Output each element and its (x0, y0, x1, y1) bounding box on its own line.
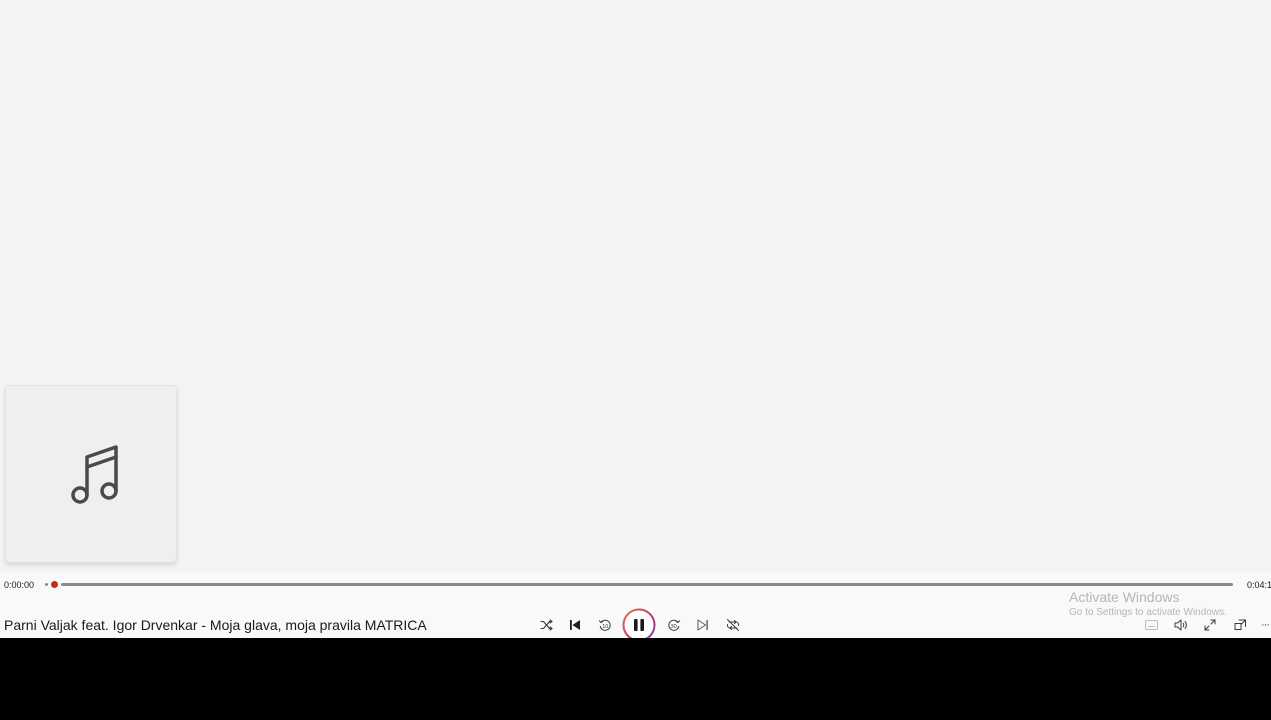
next-track-icon (697, 619, 708, 631)
seek-thumb[interactable] (51, 581, 58, 588)
miniplayer-button[interactable] (1231, 616, 1249, 634)
next-track-button[interactable] (694, 616, 712, 634)
more-options-button[interactable]: ··· (1261, 616, 1271, 634)
transport-bar: 0:00:00 0:04:14 Parni Valjak feat. Igor … (0, 572, 1271, 638)
track-title[interactable]: Parni Valjak feat. Igor Drvenkar - Moja … (4, 617, 427, 633)
shuffle-button[interactable] (537, 616, 555, 634)
skip-forward-button[interactable]: 30 (665, 616, 683, 634)
more-options-icon: ··· (1261, 619, 1270, 631)
fullscreen-icon (1204, 619, 1216, 631)
media-player-window: 0:00:00 0:04:14 Parni Valjak feat. Igor … (0, 0, 1271, 638)
seek-bar[interactable] (61, 583, 1233, 586)
volume-button[interactable] (1172, 616, 1190, 634)
pause-icon (634, 619, 644, 631)
shuffle-icon (539, 619, 553, 631)
bottom-black-area (0, 638, 1271, 720)
miniplayer-icon (1234, 619, 1246, 630)
activation-watermark: Activate Windows Go to Settings to activ… (1069, 588, 1227, 619)
play-pause-button[interactable] (622, 608, 656, 638)
previous-track-icon (570, 620, 580, 630)
seek-start-dot (45, 583, 48, 586)
elapsed-time: 0:00:00 (4, 580, 35, 590)
repeat-button[interactable] (724, 616, 742, 634)
skip-back-button[interactable]: 10 (596, 616, 614, 634)
album-art-placeholder[interactable] (5, 385, 177, 563)
skip-back-seconds-label: 10 (602, 624, 608, 630)
music-note-icon (71, 445, 118, 504)
captions-button[interactable] (1142, 616, 1160, 634)
skip-forward-30-icon: 30 (668, 619, 681, 631)
watermark-title: Activate Windows (1069, 589, 1180, 605)
skip-forward-seconds-label: 30 (671, 624, 677, 630)
fullscreen-button[interactable] (1201, 616, 1219, 634)
captions-icon (1144, 620, 1158, 630)
volume-icon (1174, 619, 1187, 631)
total-time: 0:04:14 (1247, 580, 1271, 590)
repeat-off-icon (727, 619, 739, 631)
previous-track-button[interactable] (566, 616, 584, 634)
skip-back-10-icon: 10 (598, 619, 611, 631)
